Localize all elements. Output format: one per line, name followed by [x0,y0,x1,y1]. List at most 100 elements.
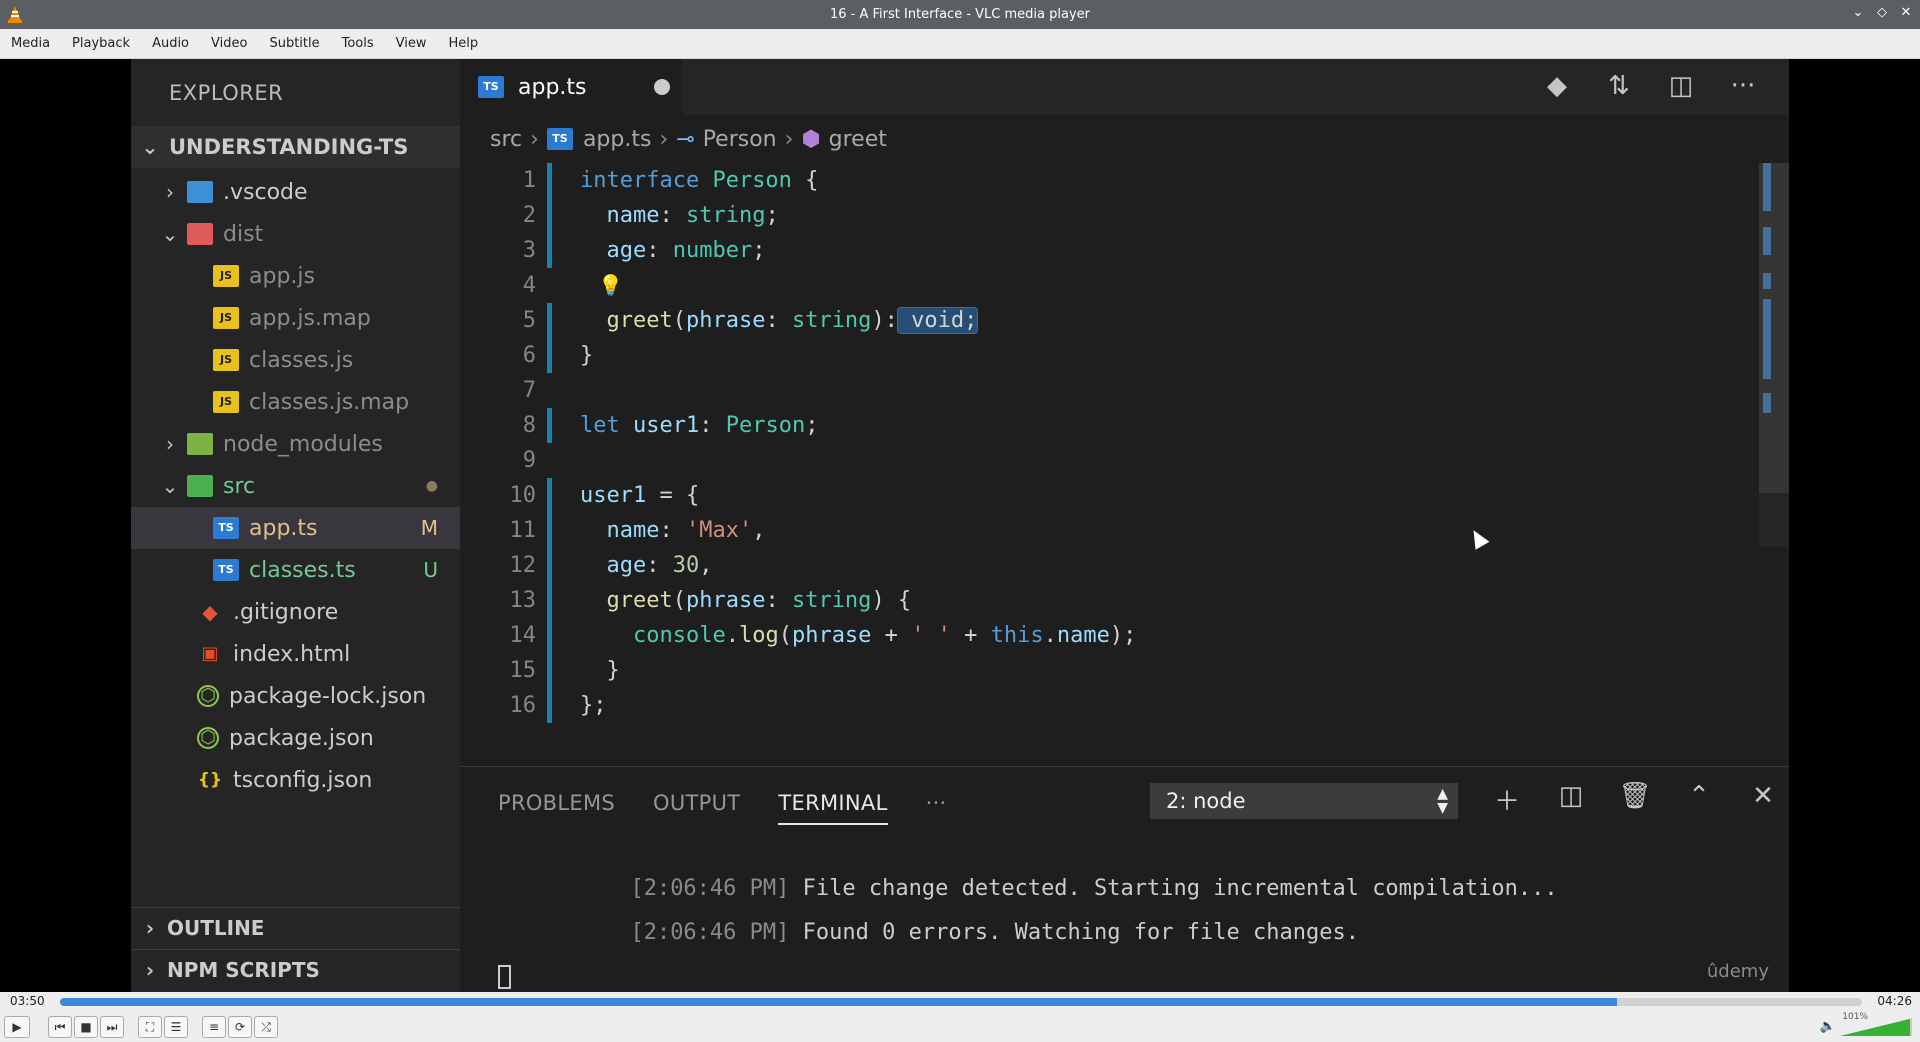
code-token: greet [580,588,673,613]
tree-label: classes.js.map [249,389,410,415]
code-token: user1 [580,483,647,508]
menu-subtitle[interactable]: Subtitle [258,36,330,51]
code-text: console.log(phrase + ' ' + this.name); [580,618,1136,653]
tab-terminal: TERMINAL [778,791,888,825]
video-area[interactable]: EXPLORER ⌄ UNDERSTANDING-TS › .vscode ⌄ … [0,59,1920,992]
menu-media[interactable]: Media [0,36,61,51]
tree-item-app-js: JS app.js [131,255,460,297]
restore-icon[interactable]: ◇ [1874,4,1890,22]
lightbulb-icon[interactable]: 💡 [598,268,623,303]
line-number: 6 [522,343,536,368]
code-token: { [791,168,819,193]
code-token: age [580,553,647,578]
code-token: ; [752,238,766,263]
tab-app-ts: TS app.ts [460,59,682,115]
ts-file-icon: TS [213,517,239,539]
extended-settings-button[interactable]: ☰ [164,1016,188,1038]
code-line: 4 💡 [460,268,1760,303]
code-line: 5 greet(phrase: string): void; [460,303,1760,338]
code-text: } [580,653,619,688]
code-token: interface [580,168,713,193]
git-change-marker [547,583,552,618]
code-token: , [699,553,713,578]
menu-help[interactable]: Help [438,36,490,51]
minimize-icon[interactable]: ⌄ [1850,4,1866,22]
menu-audio[interactable]: Audio [141,36,200,51]
terminal-cursor [498,965,511,989]
menu-playback[interactable]: Playback [61,36,141,51]
unsaved-dot-icon [654,79,670,95]
code-line: 9 [460,443,1760,478]
tree-label: src [223,473,256,499]
code-token: Person [712,168,792,193]
window-titlebar: 16 - A First Interface - VLC media playe… [0,0,1920,29]
tree-item-package-json: ⬡ package.json [131,717,460,759]
total-time: 04:26 [1877,994,1912,1008]
line-number: 4 [522,273,536,298]
more-tabs-icon: ··· [925,791,947,815]
code-token: ) { [871,588,912,613]
line-number: 7 [522,378,536,403]
git-change-marker [547,338,552,373]
seek-slider[interactable] [60,998,1862,1006]
code-token: phrase [791,623,872,648]
code-line: 8 let user1: Person; [460,408,1760,443]
close-icon[interactable]: ✕ [1898,4,1914,22]
breadcrumb: src › TS app.ts › ⊸ Person › ⬢ greet [490,121,887,157]
code-text: }; [580,688,607,723]
git-change-marker [547,688,552,723]
line-number: 13 [509,588,537,613]
line-number: 5 [522,308,536,333]
next-button[interactable]: ⏭ [100,1016,124,1038]
code-token: } [580,343,594,368]
stop-button[interactable]: ■ [74,1016,98,1038]
node-icon: ⬡ [197,727,219,749]
terminal-select-value: 2: node [1166,789,1246,813]
git-icon: ◆ [202,600,218,624]
code-token: : [646,238,673,263]
git-change-marker [547,233,552,268]
more-actions-icon: ··· [1730,71,1756,101]
code-token: ): [871,308,898,333]
code-line: 10 user1 = { [460,478,1760,513]
play-button[interactable]: ▶ [4,1016,30,1038]
dist-folder-icon [187,223,213,245]
chevron-down-icon: ⌄ [161,474,179,498]
node-folder-icon [187,433,213,455]
code-token: ( [672,308,686,333]
menu-video[interactable]: Video [200,36,258,51]
json-icon: {} [197,770,223,790]
code-token: . [1043,623,1057,648]
tree-label: app.js [249,263,315,289]
code-text: greet(phrase: string) { [580,583,911,618]
volume-slider[interactable] [1840,1016,1912,1038]
code-line: 15 } [460,653,1760,688]
interface-icon: ⊸ [676,126,695,152]
tree-label: dist [223,221,264,247]
menu-tools[interactable]: Tools [331,36,385,51]
code-line: 12 age: 30, [460,548,1760,583]
loop-button[interactable]: ⟳ [228,1016,252,1038]
code-token: 30 [672,553,700,578]
code-token: ( [778,623,792,648]
line-number: 9 [522,448,536,473]
chevron-right-icon: › [530,126,539,152]
git-change-marker [547,163,552,198]
code-token: string [791,588,872,613]
volume-icon[interactable]: 🔈 [1820,1019,1836,1034]
tree-item-src: ⌄ src ● [131,465,460,507]
tree-item-dist: ⌄ dist [131,213,460,255]
chevron-down-icon: ⌄ [161,222,179,246]
playlist-button[interactable]: ≡ [202,1016,226,1038]
code-text: interface Person { [580,163,818,198]
menu-view[interactable]: View [385,36,438,51]
fullscreen-button[interactable]: ⛶ [138,1016,162,1038]
js-file-icon: JS [213,265,239,287]
code-token: void; [896,307,979,334]
previous-button[interactable]: ⏮ [48,1016,72,1038]
shuffle-button[interactable]: ⤮ [254,1016,278,1038]
section-outline: › OUTLINE [131,907,460,947]
code-token: + [871,623,912,648]
scrollbar-thumb[interactable] [1759,163,1789,493]
code-line: 7 [460,373,1760,408]
